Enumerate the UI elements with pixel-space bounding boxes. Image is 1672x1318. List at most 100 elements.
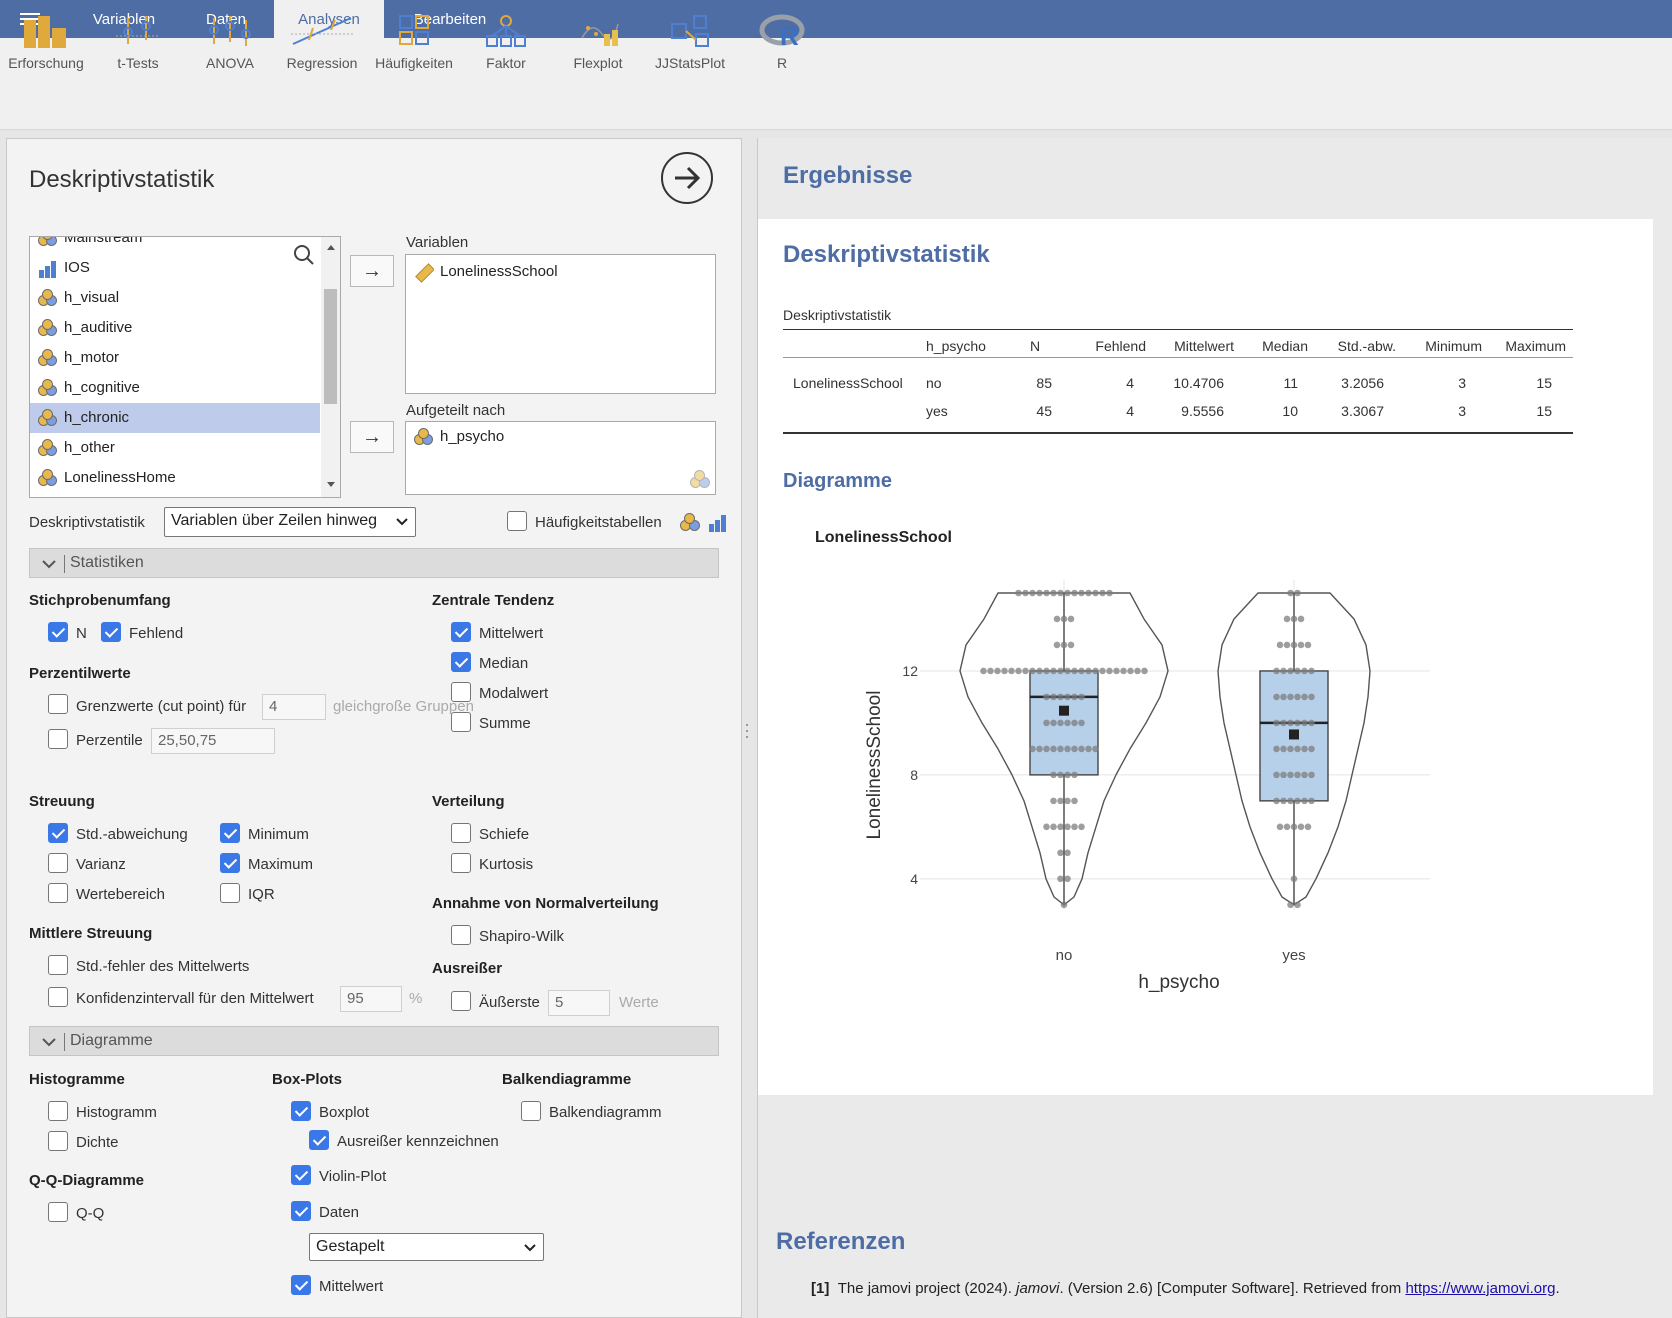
mean-checkbox[interactable] xyxy=(451,622,471,642)
histogram-label: Histogramm xyxy=(76,1104,157,1121)
skewness-checkbox[interactable] xyxy=(451,823,471,843)
statistics-section-header[interactable]: Statistiken xyxy=(29,548,719,578)
percentiles-input[interactable]: 25,50,75 xyxy=(151,728,275,754)
se-mean-checkbox[interactable] xyxy=(48,955,68,975)
list-item[interactable]: h_other xyxy=(30,433,320,463)
list-item[interactable]: h_motor xyxy=(30,343,320,373)
bar-plot-checkbox[interactable] xyxy=(521,1101,541,1121)
list-item[interactable]: h_psycho xyxy=(406,422,715,452)
n-checkbox[interactable] xyxy=(48,622,68,642)
variables-target-list[interactable]: LonelinessSchool xyxy=(405,254,716,394)
distribution-heading: Verteilung xyxy=(432,793,505,810)
ribbon-jjstatsplot-button[interactable]: JJStatsPlot xyxy=(644,14,736,88)
list-item[interactable]: IOS xyxy=(30,253,320,283)
data-point xyxy=(1120,667,1127,675)
mode-checkbox[interactable] xyxy=(451,682,471,702)
data-point xyxy=(1287,901,1294,909)
jjstatsplot-icon xyxy=(671,15,709,47)
ribbon-regression-button[interactable]: Regression xyxy=(276,14,368,88)
violin-checkbox[interactable] xyxy=(291,1165,311,1185)
reference-link[interactable]: https://www.jamovi.org xyxy=(1405,1280,1555,1297)
iqr-checkbox[interactable] xyxy=(220,883,240,903)
cut-points-checkbox[interactable] xyxy=(48,694,68,714)
table-header-cell: Fehlend xyxy=(1095,338,1146,354)
missing-checkbox[interactable] xyxy=(101,622,121,642)
list-item[interactable]: h_cognitive xyxy=(30,373,320,403)
scrollbar[interactable] xyxy=(321,237,340,497)
data-point xyxy=(1301,693,1308,701)
median-checkbox[interactable] xyxy=(451,652,471,672)
data-point xyxy=(1057,771,1064,779)
table-cell: 45 xyxy=(1036,403,1052,419)
normality-heading: Annahme von Normalverteilung xyxy=(432,895,659,912)
data-point xyxy=(1280,771,1287,779)
extreme-values-input[interactable]: 5 xyxy=(548,990,610,1016)
data-point xyxy=(1071,667,1078,675)
boxplots-heading: Box-Plots xyxy=(272,1071,343,1088)
data-point xyxy=(1297,615,1305,623)
qq-checkbox[interactable] xyxy=(48,1202,68,1222)
move-to-variables-button[interactable]: → xyxy=(350,255,394,287)
table-cell: no xyxy=(926,375,942,391)
data-point xyxy=(1050,771,1057,779)
split-by-target-list[interactable]: h_psycho xyxy=(405,421,716,495)
data-point xyxy=(1036,589,1043,597)
list-item[interactable]: LonelinessSchool xyxy=(406,257,715,287)
ci-mean-checkbox[interactable] xyxy=(48,987,68,1007)
boxplot-checkbox[interactable] xyxy=(291,1101,311,1121)
table-bottom-rule xyxy=(783,432,1573,434)
cut-points-label: Grenzwerte (cut point) für xyxy=(76,698,247,715)
list-item[interactable]: h_visual xyxy=(30,283,320,313)
ribbon-flexplot-button[interactable]: Flexplot xyxy=(552,14,644,88)
data-point xyxy=(1287,745,1294,753)
range-checkbox[interactable] xyxy=(48,883,68,903)
sd-checkbox[interactable] xyxy=(48,823,68,843)
ribbon-haeufigkeiten-button[interactable]: Häufigkeiten xyxy=(368,14,460,88)
factor-icon xyxy=(486,15,526,47)
ci-width-input[interactable]: 95 xyxy=(340,986,402,1012)
sum-checkbox[interactable] xyxy=(451,712,471,732)
move-to-split-button[interactable]: → xyxy=(350,421,394,453)
data-checkbox[interactable] xyxy=(291,1201,311,1221)
list-item-selected[interactable]: h_chronic xyxy=(30,403,320,433)
density-checkbox[interactable] xyxy=(48,1131,68,1151)
ribbon-ttests-button[interactable]: t-Tests xyxy=(92,14,184,88)
panel-splitter-handle[interactable] xyxy=(745,722,749,742)
iqr-label: IQR xyxy=(248,886,275,903)
list-item[interactable]: Mainstream xyxy=(30,237,320,253)
data-point xyxy=(1078,589,1085,597)
descriptives-layout-select[interactable]: Variablen über Zeilen hinweg xyxy=(164,507,416,537)
list-item[interactable]: h_auditive xyxy=(30,313,320,343)
table-header-cell: Minimum xyxy=(1425,338,1482,354)
close-options-button[interactable] xyxy=(661,152,713,204)
variance-checkbox[interactable] xyxy=(48,853,68,873)
plot-mean-checkbox[interactable] xyxy=(291,1275,311,1295)
data-mode-select[interactable]: Gestapelt xyxy=(309,1233,544,1261)
ribbon-anova-button[interactable]: ANOVA xyxy=(184,14,276,88)
maximum-checkbox[interactable] xyxy=(220,853,240,873)
kurtosis-checkbox[interactable] xyxy=(451,853,471,873)
kurtosis-label: Kurtosis xyxy=(479,856,534,873)
shapiro-wilk-checkbox[interactable] xyxy=(451,925,471,945)
data-point xyxy=(1015,667,1022,675)
ribbon-r-button[interactable]: R R xyxy=(736,14,828,88)
histogram-checkbox[interactable] xyxy=(48,1101,68,1121)
data-point xyxy=(1294,901,1301,909)
list-item[interactable]: LonelinessHome xyxy=(30,463,320,493)
data-point xyxy=(1092,745,1099,753)
label-outliers-checkbox[interactable] xyxy=(309,1130,329,1150)
percentiles-checkbox[interactable] xyxy=(48,729,68,749)
cut-points-input[interactable]: 4 xyxy=(262,694,326,720)
data-point xyxy=(1050,667,1057,675)
frequency-tables-checkbox[interactable] xyxy=(507,511,527,531)
minimum-checkbox[interactable] xyxy=(220,823,240,843)
data-point xyxy=(1053,615,1061,623)
data-label: Daten xyxy=(319,1204,360,1221)
search-icon[interactable] xyxy=(292,243,316,267)
ribbon-erforschung-button[interactable]: Erforschung xyxy=(0,14,92,88)
ribbon-faktor-button[interactable]: Faktor xyxy=(460,14,552,88)
source-variable-list[interactable]: Mainstream IOS h_visual h_auditive h_mot… xyxy=(29,236,341,498)
data-point xyxy=(1050,797,1057,805)
extreme-values-checkbox[interactable] xyxy=(451,991,471,1011)
plots-section-header[interactable]: Diagramme xyxy=(29,1026,719,1056)
